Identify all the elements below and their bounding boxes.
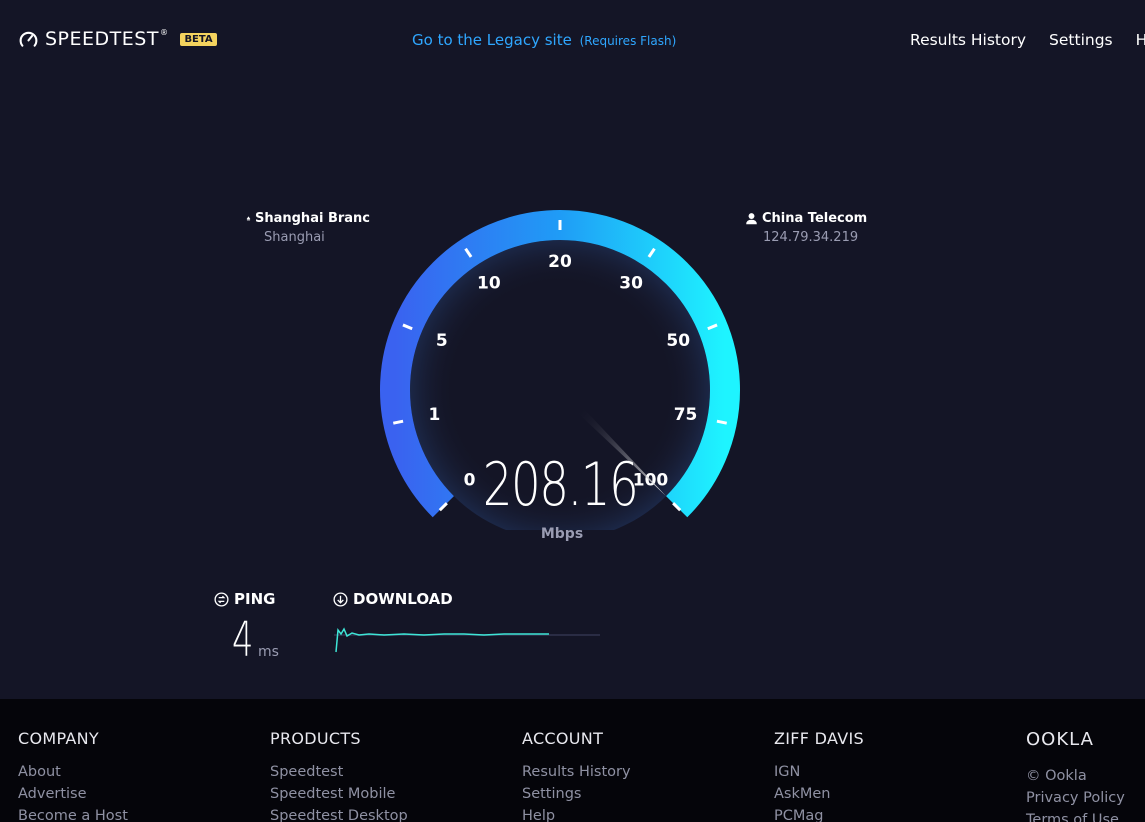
legacy-site-link[interactable]: Go to the Legacy site (Requires Flash) bbox=[412, 31, 676, 49]
server-name: Shanghai Branc bbox=[254, 211, 370, 226]
gauge-tick bbox=[392, 419, 404, 425]
footer-link-speedtest-mobile[interactable]: Speedtest Mobile bbox=[270, 786, 408, 803]
server-icon bbox=[246, 216, 251, 221]
speed-value: 208.16 bbox=[482, 450, 639, 520]
footer-heading: PRODUCTS bbox=[270, 729, 361, 748]
footer-link-askmen[interactable]: AskMen bbox=[774, 786, 864, 803]
download-label: DOWNLOAD bbox=[353, 590, 453, 608]
brand-name: SPEEDTEST® bbox=[45, 28, 169, 50]
isp-info: China Telecom 124.79.34.219 bbox=[745, 211, 867, 245]
nav-help[interactable]: H bbox=[1136, 31, 1145, 49]
download-icon bbox=[333, 591, 348, 607]
footer-heading: ZIFF DAVIS bbox=[774, 729, 864, 748]
footer-link-ign[interactable]: IGN bbox=[774, 764, 864, 781]
download-graph-line bbox=[335, 627, 549, 653]
ping-label: PING bbox=[234, 590, 276, 608]
download-result: DOWNLOAD bbox=[333, 590, 453, 608]
ping-result: PING bbox=[214, 590, 275, 608]
gauge-label-0: 0 bbox=[464, 471, 476, 491]
footer-column-account: ACCOUNT Results History Settings Help bbox=[522, 729, 631, 822]
footer-link-results-history[interactable]: Results History bbox=[522, 764, 631, 781]
footer-link-about[interactable]: About bbox=[18, 764, 128, 781]
legacy-link-note: (Requires Flash) bbox=[579, 34, 677, 48]
footer-link-speedtest-desktop[interactable]: Speedtest Desktop bbox=[270, 808, 408, 822]
footer-link-advertise[interactable]: Advertise bbox=[18, 786, 128, 803]
footer-link-pcmag[interactable]: PCMag bbox=[774, 808, 864, 822]
isp-name: China Telecom bbox=[762, 211, 868, 226]
gauge-label-20: 20 bbox=[548, 252, 572, 272]
footer-link-settings[interactable]: Settings bbox=[522, 786, 631, 803]
gauge-label-1: 1 bbox=[429, 405, 441, 425]
footer-heading: COMPANY bbox=[18, 729, 99, 748]
isp-ip: 124.79.34.219 bbox=[763, 230, 859, 245]
speedtest-page: SPEEDTEST® BETA Go to the Legacy site (R… bbox=[0, 0, 1145, 822]
server-info[interactable]: Shanghai Branc Shanghai bbox=[246, 211, 370, 245]
footer-link-terms[interactable]: Terms of Use bbox=[1026, 812, 1125, 822]
footer-link-copyright: © Ookla bbox=[1026, 768, 1087, 784]
registered-mark: ® bbox=[159, 28, 169, 37]
ping-icon bbox=[214, 591, 229, 607]
nav-results-history[interactable]: Results History bbox=[910, 31, 1026, 49]
speedometer-icon bbox=[19, 31, 38, 47]
speedtest-logo[interactable]: SPEEDTEST® BETA bbox=[18, 28, 217, 50]
gauge-label-10: 10 bbox=[477, 274, 501, 294]
gauge-label-30: 30 bbox=[619, 274, 643, 294]
nav-settings[interactable]: Settings bbox=[1049, 31, 1113, 49]
ping-unit: ms bbox=[258, 644, 279, 660]
site-footer: COMPANY About Advertise Become a Host PR… bbox=[0, 699, 1145, 822]
legacy-link-text: Go to the Legacy site bbox=[412, 31, 572, 49]
top-nav: Results History Settings H bbox=[910, 31, 1145, 49]
footer-column-products: PRODUCTS Speedtest Speedtest Mobile Spee… bbox=[270, 729, 408, 822]
footer-link-privacy[interactable]: Privacy Policy bbox=[1026, 790, 1125, 807]
footer-column-company: COMPANY About Advertise Become a Host bbox=[18, 729, 128, 822]
ookla-logo[interactable]: OOKLA bbox=[1026, 729, 1125, 751]
footer-link-help[interactable]: Help bbox=[522, 808, 631, 822]
footer-column-ziff-davis: ZIFF DAVIS IGN AskMen PCMag bbox=[774, 729, 864, 822]
gauge-label-5: 5 bbox=[436, 331, 448, 351]
gauge-label-50: 50 bbox=[666, 331, 690, 351]
download-graph bbox=[334, 627, 600, 653]
beta-badge: BETA bbox=[180, 32, 217, 46]
ping-value: 4 bbox=[232, 612, 254, 668]
footer-link-become-host[interactable]: Become a Host bbox=[18, 808, 128, 822]
gauge-tick bbox=[716, 419, 728, 425]
server-location: Shanghai bbox=[264, 230, 325, 245]
footer-link-speedtest[interactable]: Speedtest bbox=[270, 764, 408, 781]
footer-heading: ACCOUNT bbox=[522, 729, 604, 748]
gauge-label-75: 75 bbox=[674, 405, 698, 425]
speed-unit: Mbps bbox=[540, 526, 584, 542]
footer-column-ookla: OOKLA © Ookla Privacy Policy Terms of Us… bbox=[1026, 729, 1125, 822]
